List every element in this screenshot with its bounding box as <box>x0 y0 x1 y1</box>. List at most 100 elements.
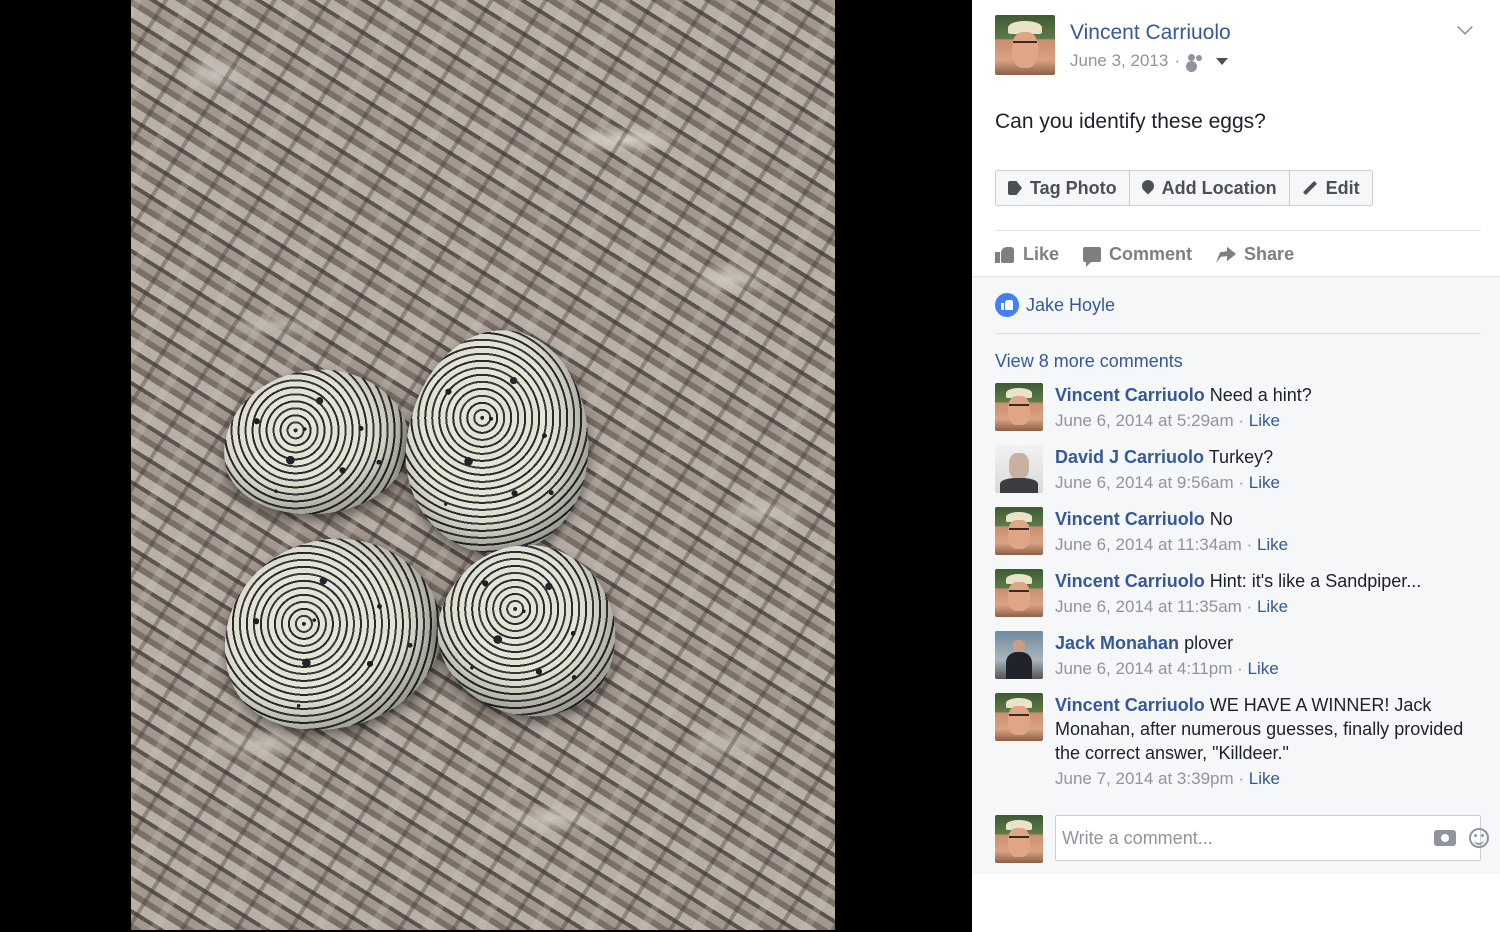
commenter-avatar[interactable] <box>995 507 1043 555</box>
tag-photo-button[interactable]: Tag Photo <box>996 171 1130 205</box>
comment-body: Vincent Carriuolo No June 6, 2014 at 11:… <box>1055 507 1475 557</box>
comment-icon <box>1083 246 1102 267</box>
avatar-glasses <box>1013 41 1037 46</box>
comment-body: Vincent Carriuolo WE HAVE A WINNER! Jack… <box>1055 693 1475 791</box>
avatar-face <box>1011 31 1039 68</box>
post-meta: June 3, 2013 · <box>1070 51 1228 71</box>
like-button[interactable]: Like <box>995 240 1059 268</box>
comment-timestamp[interactable]: June 6, 2014 at 9:56am <box>1055 473 1234 492</box>
avatar-face <box>1008 396 1030 426</box>
egg-top-left <box>213 357 419 527</box>
comment-composer <box>995 815 1489 863</box>
divider <box>995 333 1481 334</box>
avatar-face <box>1013 639 1025 653</box>
edit-label: Edit <box>1325 177 1360 198</box>
meta-separator: · <box>1233 473 1249 492</box>
share-arrow-icon <box>1216 246 1237 263</box>
divider <box>995 230 1481 231</box>
comment-timestamp[interactable]: June 6, 2014 at 4:11pm <box>1055 659 1232 678</box>
share-button[interactable]: Share <box>1216 240 1294 268</box>
commenter-name[interactable]: Vincent Carriuolo <box>1055 571 1205 591</box>
photo-stage <box>0 0 972 932</box>
reaction-bar: Like Comment Share <box>995 240 1294 268</box>
avatar-face <box>1008 828 1030 858</box>
share-label: Share <box>1244 243 1295 264</box>
commenter-avatar[interactable] <box>995 445 1043 493</box>
avatar-glasses <box>1009 404 1029 408</box>
avatar-face <box>1008 582 1030 612</box>
view-more-comments-link[interactable]: View 8 more comments <box>995 351 1183 372</box>
commenter-name[interactable]: David J Carriuolo <box>1055 447 1204 467</box>
meta-separator: · <box>1241 535 1257 554</box>
comment-like-link[interactable]: Like <box>1249 473 1280 492</box>
photo-action-bar: Tag Photo Add Location Edit <box>995 170 1373 206</box>
comment-like-link[interactable]: Like <box>1249 769 1280 788</box>
post-photo[interactable] <box>131 0 835 930</box>
post-text: Can you identify these eggs? <box>995 110 1266 133</box>
comment-timestamp[interactable]: June 6, 2014 at 5:29am <box>1055 411 1234 430</box>
egg-bottom-left <box>195 508 467 760</box>
comment-timestamp[interactable]: June 6, 2014 at 11:35am <box>1055 597 1242 616</box>
comment-like-link[interactable]: Like <box>1247 659 1278 678</box>
comment-timestamp[interactable]: June 6, 2014 at 11:34am <box>1055 535 1242 554</box>
post-header: Vincent Carriuolo June 3, 2013 · <box>995 15 1475 75</box>
like-label: Like <box>1023 243 1060 264</box>
meta-separator: · <box>1174 51 1180 70</box>
commenter-name[interactable]: Jack Monahan <box>1055 633 1179 653</box>
avatar-glasses <box>1009 714 1029 718</box>
commenter-avatar[interactable] <box>995 383 1043 431</box>
meta-separator: · <box>1233 411 1249 430</box>
comment-input[interactable] <box>1055 815 1481 861</box>
comment-body: Vincent Carriuolo Need a hint? June 6, 2… <box>1055 383 1475 433</box>
comment-meta: June 7, 2014 at 3:39pm · Like <box>1055 767 1475 791</box>
avatar-body <box>1005 652 1033 679</box>
avatar-glasses <box>1009 836 1029 840</box>
comment-body: David J Carriuolo Turkey? June 6, 2014 a… <box>1055 445 1475 495</box>
like-summary: Jake Hoyle <box>995 293 1115 317</box>
location-pin-icon <box>1142 180 1154 196</box>
avatar-body <box>999 477 1039 493</box>
author-name[interactable]: Vincent Carriuolo <box>1070 21 1231 45</box>
comment-timestamp[interactable]: June 7, 2014 at 3:39pm <box>1055 769 1234 788</box>
commenter-avatar[interactable] <box>995 693 1043 741</box>
comment-like-link[interactable]: Like <box>1257 597 1288 616</box>
comment-text: plover <box>1184 633 1234 653</box>
comment-text: Hint: it's like a Sandpiper... <box>1209 571 1422 591</box>
comment-button[interactable]: Comment <box>1083 240 1192 268</box>
liker-name[interactable]: Jake Hoyle <box>1026 295 1115 316</box>
current-user-avatar <box>995 815 1043 863</box>
comment-like-link[interactable]: Like <box>1249 411 1280 430</box>
avatar-glasses <box>1009 590 1029 594</box>
avatar-face <box>1009 452 1029 479</box>
thumbs-up-icon <box>995 245 1015 263</box>
commenter-name[interactable]: Vincent Carriuolo <box>1055 509 1205 529</box>
tag-photo-label: Tag Photo <box>1030 177 1117 198</box>
author-avatar[interactable] <box>995 15 1055 75</box>
friends-icon[interactable] <box>1186 54 1206 68</box>
comment-text: Turkey? <box>1208 447 1274 467</box>
commenter-avatar[interactable] <box>995 569 1043 617</box>
chevron-down-icon[interactable] <box>1215 57 1228 65</box>
egg-bottom-right <box>420 524 636 736</box>
pencil-icon <box>1302 180 1317 196</box>
post-date[interactable]: June 3, 2013 <box>1070 51 1168 71</box>
edit-button[interactable]: Edit <box>1290 171 1372 205</box>
add-location-label: Add Location <box>1161 177 1277 198</box>
meta-separator: · <box>1232 659 1248 678</box>
comment-meta: June 6, 2014 at 4:11pm · Like <box>1055 657 1475 681</box>
comment-text: No <box>1209 509 1233 529</box>
avatar-glasses <box>1009 528 1029 532</box>
avatar-face <box>1008 520 1030 550</box>
commenter-avatar[interactable] <box>995 631 1043 679</box>
comment-like-link[interactable]: Like <box>1257 535 1288 554</box>
meta-separator: · <box>1233 769 1249 788</box>
commenter-name[interactable]: Vincent Carriuolo <box>1055 695 1205 715</box>
avatar-face <box>1008 706 1030 736</box>
emoji-icon[interactable] <box>1469 828 1489 848</box>
add-location-button[interactable]: Add Location <box>1130 171 1290 205</box>
comment-label: Comment <box>1109 243 1193 264</box>
comment-meta: June 6, 2014 at 5:29am · Like <box>1055 409 1475 433</box>
camera-icon[interactable] <box>1434 830 1456 846</box>
commenter-name[interactable]: Vincent Carriuolo <box>1055 385 1205 405</box>
comment-body: Vincent Carriuolo Hint: it's like a Sand… <box>1055 569 1475 619</box>
